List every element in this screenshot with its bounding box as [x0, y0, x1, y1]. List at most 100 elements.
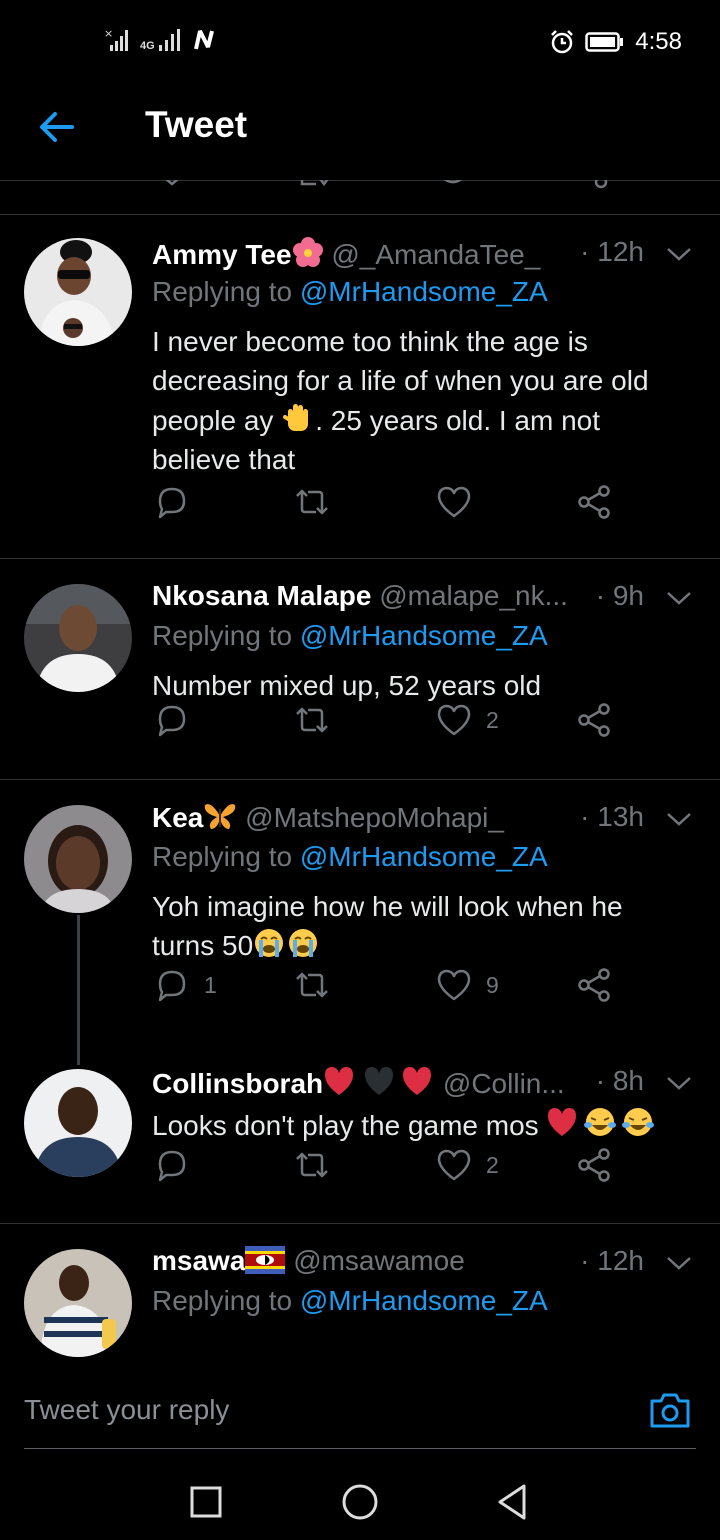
avatar[interactable] [24, 238, 132, 346]
like-button[interactable]: 2 [434, 1145, 499, 1185]
like-button[interactable] [434, 482, 486, 522]
raised-hand-emoji [283, 404, 309, 431]
retweet-icon [296, 1152, 328, 1178]
like-count: 9 [486, 971, 499, 998]
bottom-area: Tweet your reply [0, 1360, 720, 1540]
replying-to-label: Replying to [152, 620, 293, 651]
retweet-button[interactable] [292, 700, 344, 740]
retweet-button[interactable] [292, 1145, 344, 1185]
author-handle[interactable]: @malape_nk... [379, 580, 568, 611]
hearts-emoji [325, 1067, 432, 1095]
tweet-thread: Kea @MatshepoMohapi_ · 13h Replying to @… [0, 779, 720, 1224]
avatar[interactable] [24, 805, 132, 913]
tweet-item[interactable]: Ammy Tee @_AmandaTee_ · 12h Replying to … [0, 214, 720, 559]
author-name[interactable]: Collinsborah [152, 1068, 323, 1099]
share-button[interactable] [576, 700, 612, 740]
replying-to: Replying to @MrHandsome_ZA [152, 276, 692, 316]
mention-link[interactable]: @MrHandsome_ZA [300, 276, 548, 307]
tweet-text-part: Looks don't play the game mos [152, 1110, 539, 1141]
mention-link[interactable]: @MrHandsome_ZA [300, 841, 548, 872]
replying-to: Replying to @MrHandsome_ZA [152, 1285, 692, 1325]
mention-link[interactable]: @MrHandsome_ZA [300, 620, 548, 651]
avatar-photo [24, 805, 132, 913]
reply-button[interactable] [152, 1145, 204, 1185]
reply-button[interactable] [152, 482, 204, 522]
system-nav-bar [0, 1464, 720, 1540]
camera-icon[interactable] [648, 1388, 692, 1432]
tweet-header: Ammy Tee @_AmandaTee_ · 12h [152, 236, 692, 276]
tweet-time: · 13h [580, 801, 644, 832]
heart-laughing-emoji [548, 1108, 655, 1136]
tweet-body: Nkosana Malape @malape_nk... · 9h Replyi… [152, 580, 692, 705]
author-name[interactable]: Nkosana Malape [152, 580, 371, 611]
share-icon [578, 1148, 610, 1182]
tweet-item[interactable]: msawa @msawamoe · 12h Replying to @MrHan… [0, 1223, 720, 1360]
tweet-actions: 2 [152, 1145, 622, 1185]
reply-button[interactable]: 1 [152, 965, 217, 1005]
author-handle[interactable]: @_AmandaTee_ [331, 239, 540, 270]
chevron-down-icon[interactable] [666, 588, 692, 608]
avatar-photo [24, 238, 132, 346]
tweet-text-part: Yoh imagine how he will look when he tur… [152, 891, 623, 961]
replying-to-label: Replying to [152, 276, 293, 307]
author-name[interactable]: Ammy Tee [152, 239, 292, 270]
author-name[interactable]: msawa [152, 1245, 245, 1276]
back-arrow-icon[interactable] [34, 104, 80, 150]
author-handle[interactable]: @MatshepoMohapi_ [245, 802, 504, 833]
reply-input[interactable]: Tweet your reply [24, 1394, 229, 1426]
thread-line [77, 915, 80, 1065]
battery-icon [585, 32, 624, 52]
chevron-down-icon[interactable] [666, 1253, 692, 1273]
tweet-time: · 12h [580, 236, 644, 267]
tweet-time: · 9h [595, 580, 644, 611]
tweet-item[interactable]: Nkosana Malape @malape_nk... · 9h Replyi… [0, 558, 720, 780]
reply-feed[interactable]: Ammy Tee @_AmandaTee_ · 12h Replying to … [0, 180, 720, 1360]
home-circle-icon[interactable] [340, 1482, 380, 1522]
avatar[interactable] [24, 1069, 132, 1177]
flower-emoji [292, 237, 323, 267]
recents-square-icon[interactable] [188, 1484, 224, 1520]
tweet-header: Nkosana Malape @malape_nk... · 9h [152, 580, 692, 620]
share-button[interactable] [576, 965, 612, 1005]
previous-tweet-actions [0, 180, 720, 215]
tweet-header: msawa @msawamoe · 12h [152, 1245, 692, 1285]
share-icon [578, 485, 610, 519]
chevron-down-icon[interactable] [666, 1073, 692, 1093]
like-count: 2 [486, 706, 499, 733]
reply-icon [158, 705, 186, 737]
retweet-button[interactable] [292, 482, 344, 522]
replying-to: Replying to @MrHandsome_ZA [152, 841, 692, 881]
nfc-icon [193, 30, 214, 50]
avatar[interactable] [24, 1249, 132, 1357]
page-title: Tweet [145, 104, 248, 145]
heart-icon [437, 486, 471, 518]
reply-count: 1 [204, 971, 217, 998]
back-triangle-icon[interactable] [494, 1482, 530, 1522]
crying-face-emoji [255, 929, 318, 957]
status-bar: × 4G 4:58 [0, 0, 720, 84]
eswatini-flag-emoji [245, 1246, 286, 1274]
tweet-actions: 1 9 [152, 965, 622, 1005]
author-name[interactable]: Kea [152, 802, 203, 833]
retweet-button[interactable] [292, 965, 344, 1005]
replying-to: Replying to @MrHandsome_ZA [152, 620, 692, 660]
reply-icon [158, 487, 186, 519]
chevron-down-icon[interactable] [666, 244, 692, 264]
like-button[interactable]: 9 [434, 965, 499, 1005]
tweet-actions [152, 482, 622, 522]
heart-icon [437, 1149, 471, 1181]
avatar[interactable] [24, 584, 132, 692]
author-handle[interactable]: @msawamoe [293, 1245, 465, 1276]
author-handle[interactable]: @Collin... [443, 1068, 565, 1099]
tweet-actions: 2 [152, 700, 622, 740]
retweet-icon [296, 489, 328, 515]
reply-button[interactable] [152, 700, 204, 740]
chevron-down-icon[interactable] [666, 809, 692, 829]
alarm-icon [551, 30, 574, 54]
tweet-body: Ammy Tee @_AmandaTee_ · 12h Replying to … [152, 236, 692, 479]
like-button[interactable]: 2 [434, 700, 499, 740]
share-button[interactable] [576, 482, 612, 522]
share-button[interactable] [576, 1145, 612, 1185]
butterfly-emoji [205, 804, 236, 829]
mention-link[interactable]: @MrHandsome_ZA [300, 1285, 548, 1316]
